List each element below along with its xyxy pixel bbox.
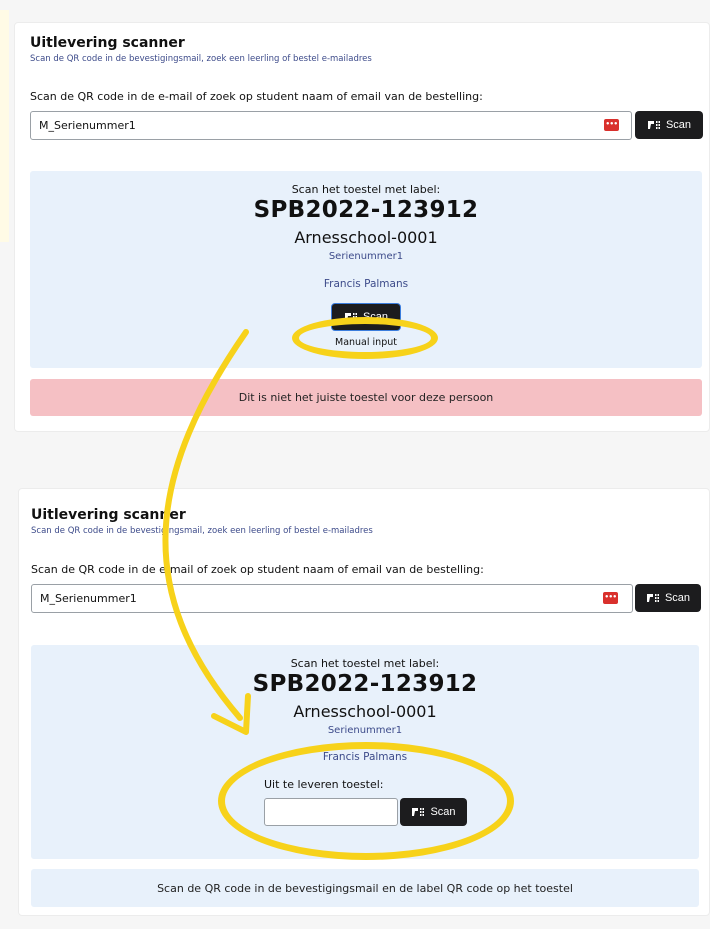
search-scan-button[interactable]: Scan <box>635 111 703 139</box>
order-search-input[interactable]: M_Serienummer1 <box>30 111 632 140</box>
panel-heading: Scan het toestel met label: <box>291 183 441 196</box>
scanner-card-before: Uitlevering scanner Scan de QR code in d… <box>14 22 710 432</box>
wrong-device-alert-text: Dit is niet het juiste toestel voor deze… <box>238 391 494 404</box>
password-manager-icon[interactable]: ••• <box>603 592 618 604</box>
order-search-value: M_Serienummer1 <box>40 592 137 605</box>
search-prompt: Scan de QR code in de e-mail of zoek op … <box>31 563 484 576</box>
search-prompt: Scan de QR code in de e-mail of zoek op … <box>30 90 483 103</box>
page-edge-strip <box>0 10 9 242</box>
person-name: Francis Palmans <box>323 278 409 290</box>
card-subtitle: Scan de QR code in de bevestigingsmail, … <box>31 526 373 536</box>
school-name: Arnesschool-0001 <box>293 702 437 721</box>
order-search-value: M_Serienummer1 <box>39 119 136 132</box>
search-scan-label: Scan <box>664 592 691 604</box>
serial-number: Serienummer1 <box>328 251 404 262</box>
barcode-scanner-icon <box>646 593 660 604</box>
search-scan-label: Scan <box>665 119 692 131</box>
order-search-input[interactable]: M_Serienummer1 <box>31 584 633 613</box>
scan-instructions-text: Scan de QR code in de bevestigingsmail e… <box>157 881 573 895</box>
card-title: Uitlevering scanner <box>30 35 185 51</box>
wrong-device-alert: Dit is niet het juiste toestel voor deze… <box>30 379 702 416</box>
search-scan-button[interactable]: Scan <box>635 584 701 612</box>
barcode-scanner-icon <box>647 120 661 131</box>
school-name: Arnesschool-0001 <box>294 228 438 247</box>
scan-instructions-alert: Scan de QR code in de bevestigingsmail e… <box>31 869 699 907</box>
card-subtitle: Scan de QR code in de bevestigingsmail, … <box>30 54 372 64</box>
highlight-ellipse-input <box>218 742 514 860</box>
highlight-ellipse-manual <box>292 317 438 359</box>
card-title: Uitlevering scanner <box>31 507 186 523</box>
device-label: SPB2022-123912 <box>253 197 479 223</box>
serial-number: Serienummer1 <box>327 725 403 736</box>
device-label: SPB2022-123912 <box>252 671 478 697</box>
password-manager-icon[interactable]: ••• <box>604 119 619 131</box>
panel-heading: Scan het toestel met label: <box>290 657 440 670</box>
